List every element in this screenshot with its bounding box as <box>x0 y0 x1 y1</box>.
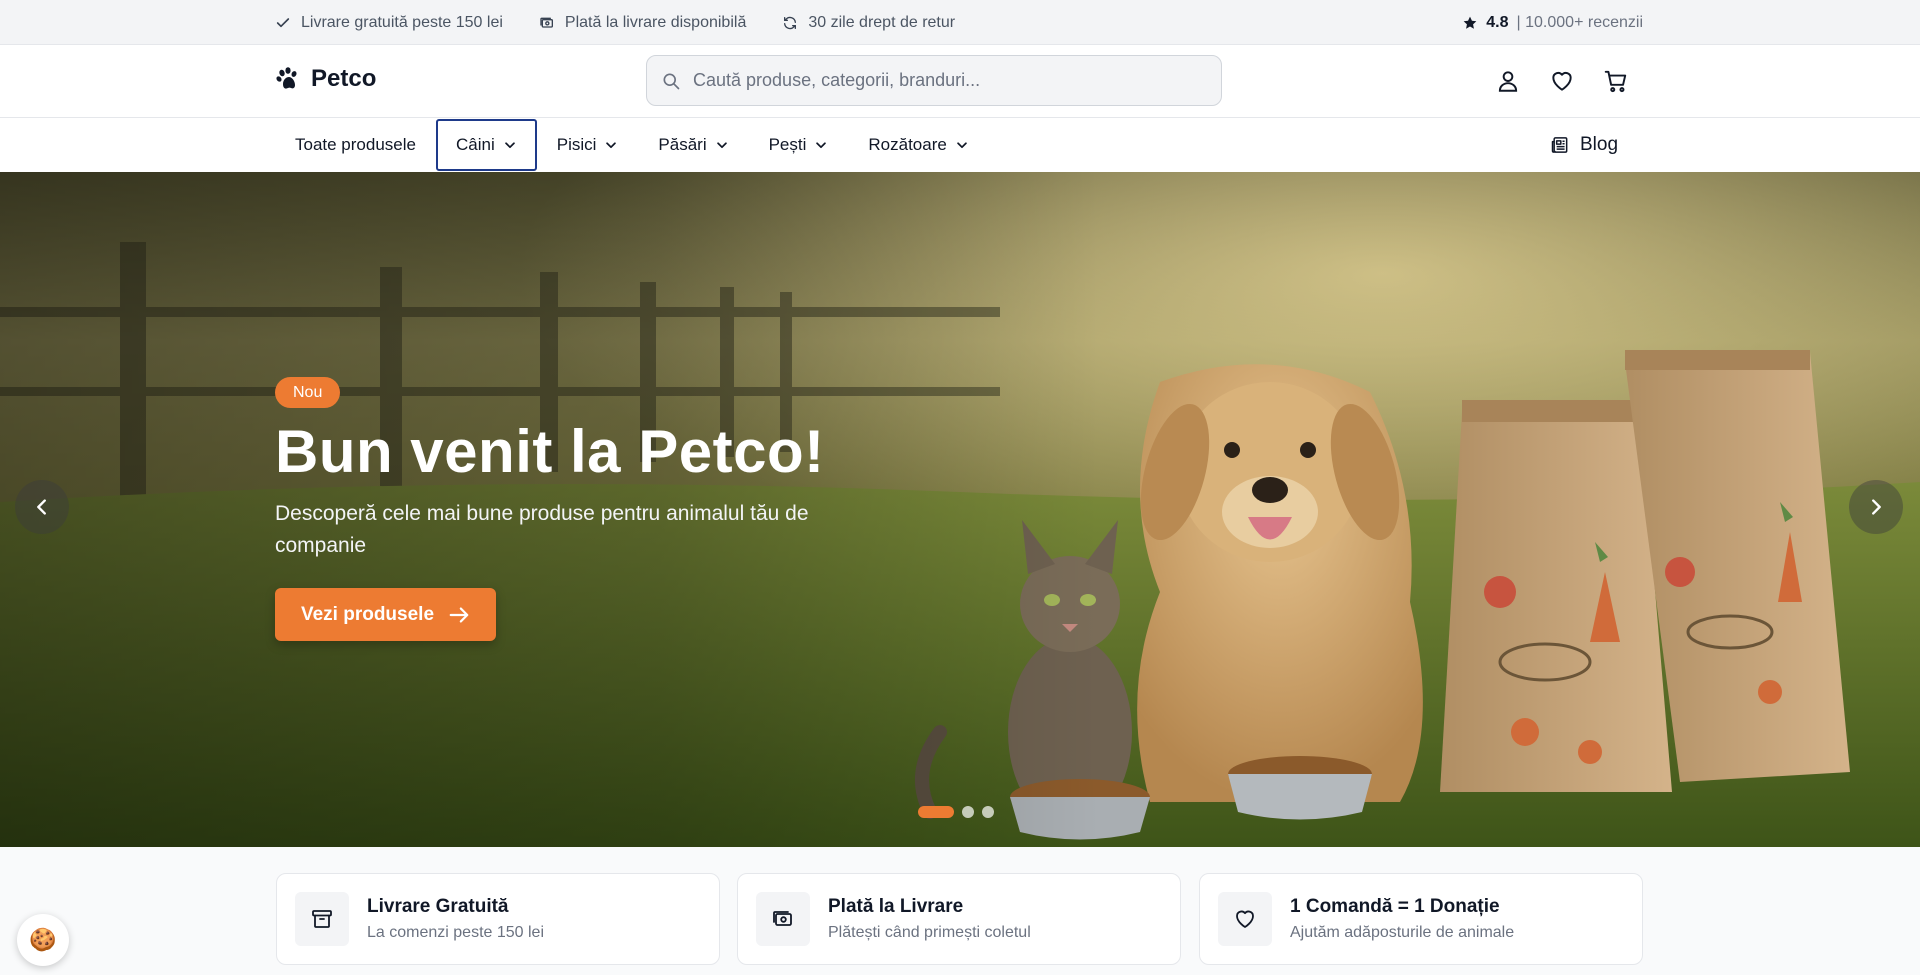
top-info-bar: Livrare gratuită peste 150 lei Plată la … <box>0 0 1920 45</box>
logo[interactable]: Petco <box>275 65 376 93</box>
arrow-right-icon <box>449 606 469 623</box>
cta-label: Vezi produsele <box>300 603 435 625</box>
badge-label: Nou <box>293 383 323 401</box>
hero-badge: Nou <box>275 377 341 408</box>
carousel-next-button[interactable] <box>1849 480 1903 534</box>
store-rating: 4.8 | 10.000+ recenzii <box>1462 14 1643 32</box>
carousel-dots <box>918 806 994 818</box>
blog-link[interactable]: Blog <box>1550 128 1618 162</box>
search-icon <box>663 73 680 89</box>
carousel-dot[interactable] <box>982 806 994 818</box>
wishlist-button[interactable] <box>1548 67 1576 95</box>
carousel-dot[interactable] <box>962 806 974 818</box>
nav-item-all-products[interactable]: Toate produsele <box>275 119 436 171</box>
feature-card-cash-on-delivery: Plată la Livrare Plătești când primești … <box>737 873 1181 965</box>
heart-icon <box>1236 910 1254 928</box>
feature-desc: Ajutăm adăposturile de animale <box>1290 924 1515 941</box>
chevron-left-icon <box>37 499 46 515</box>
cart-button[interactable] <box>1602 67 1630 95</box>
newspaper-icon <box>1551 137 1568 153</box>
cookie-settings-button[interactable]: 🍪 <box>17 914 69 966</box>
nav-item-label: Câini <box>455 135 495 154</box>
star-icon <box>1463 16 1477 29</box>
info-cash-on-delivery: Plată la livrare disponibilă <box>539 14 746 32</box>
hero-title: Bun venit la Petco! <box>275 418 825 485</box>
info-label: Plată la livrare disponibilă <box>564 13 747 31</box>
hero-banner: Nou Bun venit la Petco! Descoperă cele m… <box>0 172 1920 847</box>
cookie-icon: 🍪 <box>29 927 57 952</box>
chevron-down-icon <box>957 142 967 149</box>
cash-icon <box>773 911 792 926</box>
user-icon <box>1498 71 1518 92</box>
site-header: Petco <box>0 45 1920 118</box>
nav-item-dogs[interactable]: Câini <box>435 119 537 171</box>
hero-subtitle: Descoperă cele mai bune produse pentru a… <box>275 502 809 557</box>
paw-icon <box>276 67 297 89</box>
feature-card-donation: 1 Comandă = 1 Donație Ajutăm adăposturil… <box>1199 873 1643 965</box>
rating-value: 4.8 <box>1486 13 1509 31</box>
cash-icon <box>540 17 553 28</box>
nav-item-label: Toate produsele <box>295 135 416 154</box>
carousel-dot[interactable] <box>918 806 954 818</box>
chevron-down-icon <box>504 142 515 149</box>
nav-item-rodents[interactable]: Rozătoare <box>848 119 988 171</box>
info-returns: 30 zile drept de retur <box>782 14 955 32</box>
view-products-button[interactable]: Vezi produsele <box>275 588 496 641</box>
nav-item-label: Pești <box>768 135 807 154</box>
chevron-down-icon <box>716 142 727 149</box>
nav-item-cats[interactable]: Pisici <box>537 119 639 171</box>
category-nav: Toate produsele Câini Pisici Păsări Peșt… <box>0 118 1920 172</box>
nav-item-label: Pisici <box>556 135 597 154</box>
refresh-icon <box>784 16 797 29</box>
info-label: 30 zile drept de retur <box>808 13 956 31</box>
feature-desc: La comenzi peste 150 lei <box>367 924 544 941</box>
search-bar[interactable] <box>646 55 1222 106</box>
nav-item-label: Păsări <box>658 135 707 154</box>
feature-title: Plată la Livrare <box>828 896 964 917</box>
logo-text: Petco <box>311 65 377 92</box>
feature-card-free-shipping: Livrare Gratuită La comenzi peste 150 le… <box>276 873 720 965</box>
chevron-down-icon <box>606 142 617 149</box>
cart-icon <box>1604 70 1627 93</box>
search-input[interactable] <box>693 70 1193 91</box>
features-section: Livrare Gratuită La comenzi peste 150 le… <box>0 847 1920 975</box>
nav-item-fish[interactable]: Pești <box>749 119 849 171</box>
carousel-prev-button[interactable] <box>15 480 69 534</box>
feature-title: Livrare Gratuită <box>367 896 509 917</box>
chevron-right-icon <box>1872 499 1881 515</box>
nav-item-birds[interactable]: Păsări <box>638 119 748 171</box>
feature-title: 1 Comandă = 1 Donație <box>1290 896 1500 917</box>
archive-box-icon <box>312 910 332 928</box>
heart-icon <box>1552 71 1572 91</box>
nav-item-label: Rozătoare <box>868 135 947 154</box>
feature-desc: Plătești când primești coletul <box>828 924 1031 941</box>
check-icon <box>276 17 290 27</box>
info-free-shipping: Livrare gratuită peste 150 lei <box>275 14 503 32</box>
info-label: Livrare gratuită peste 150 lei <box>301 13 503 31</box>
blog-label: Blog <box>1580 134 1619 155</box>
rating-reviews: | 10.000+ recenzii <box>1516 13 1643 31</box>
chevron-down-icon <box>816 142 827 149</box>
account-button[interactable] <box>1494 67 1522 95</box>
